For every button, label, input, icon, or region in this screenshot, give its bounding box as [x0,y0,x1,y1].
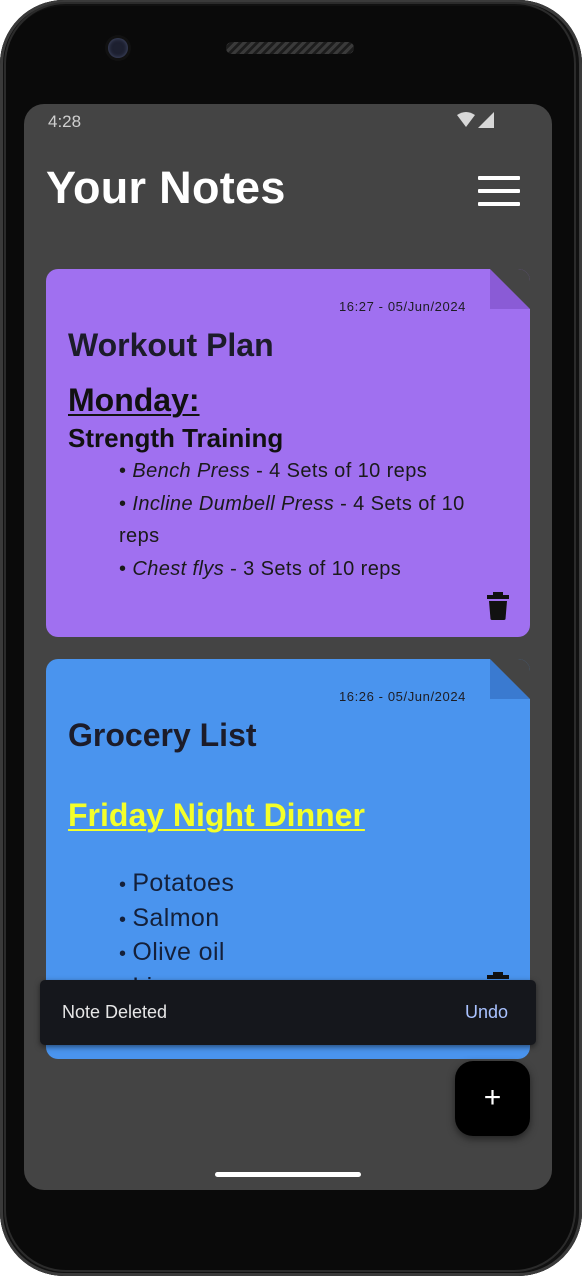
add-icon: + [483,1081,502,1114]
exercise-name: Incline Dumbell Press [132,492,335,515]
snackbar-message: Note Deleted [62,1002,168,1022]
exercise-name: Chest flys [132,557,225,580]
wifi-icon [457,112,475,127]
camera-icon [108,38,128,58]
menu-line [478,176,520,180]
note-timestamp: 16:26 - 05/Jun/2024 [338,689,466,704]
exercise-detail: - 4 Sets of 10 reps [250,460,428,482]
app-screen: 4:28 Your Notes 16:27 - 05/Jun/2024 Work… [24,104,552,1190]
list-item: Salmon [119,902,234,937]
list-item: Potatoes [119,867,234,902]
note-day-heading: Monday: [68,382,200,418]
note-title: Workout Plan [68,327,274,363]
add-note-button[interactable]: + [455,1061,530,1136]
exercise-detail: - 3 Sets of 10 reps [224,557,402,580]
note-heading: Friday Night Dinner [68,797,365,833]
status-time: 4:28 [48,112,82,131]
page-title: Your Notes [46,162,286,213]
note-sub-heading: Strength Training [68,423,284,453]
home-indicator[interactable] [215,1172,361,1177]
menu-line [478,202,520,206]
note-timestamp: 16:27 - 05/Jun/2024 [338,299,466,314]
speaker-grille [226,42,354,54]
note-card-workout[interactable]: 16:27 - 05/Jun/2024 Workout Plan Monday:… [46,269,530,637]
menu-line [478,189,520,193]
phone-frame: 4:28 Your Notes 16:27 - 05/Jun/2024 Work… [0,0,582,1276]
list-item: Bench Press - 4 Sets of 10 reps [119,455,489,488]
page-fold-icon [490,269,530,309]
list-item: Olive oil [119,936,234,971]
undo-button[interactable]: Undo [465,1002,508,1023]
trash-icon[interactable] [487,592,509,620]
exercise-name: Bench Press [132,460,251,482]
signal-icon [478,112,494,128]
list-item: Chest flys - 3 Sets of 10 reps [119,553,489,586]
note-title: Grocery List [68,717,257,753]
page-fold-icon [490,659,530,699]
snackbar: Note Deleted Undo [40,980,536,1045]
exercise-list: Bench Press - 4 Sets of 10 reps Incline … [119,455,489,585]
hamburger-menu-icon[interactable] [478,176,520,206]
status-icons [457,112,494,128]
list-item: Incline Dumbell Press - 4 Sets of 10 rep… [119,488,489,553]
